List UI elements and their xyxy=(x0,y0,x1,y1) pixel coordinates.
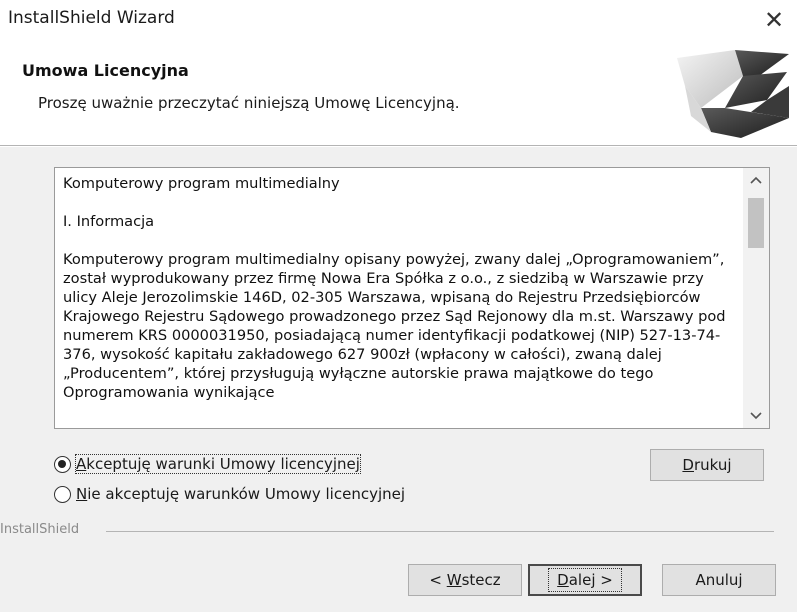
scrollbar-thumb[interactable] xyxy=(748,198,764,248)
page-title: Umowa Licencyjna xyxy=(22,61,189,80)
decline-radio[interactable] xyxy=(54,485,71,503)
license-text: Komputerowy program multimedialny I. Inf… xyxy=(63,174,735,402)
title-bar: InstallShield Wizard ✕ xyxy=(0,0,797,40)
close-button[interactable]: ✕ xyxy=(751,0,797,40)
print-button[interactable]: Drukuj xyxy=(650,449,764,481)
decline-option[interactable]: Nie akceptuję warunków Umowy licencyjnej xyxy=(54,482,405,506)
window-title: InstallShield Wizard xyxy=(8,8,175,28)
scroll-up-icon[interactable] xyxy=(743,170,769,190)
next-button[interactable]: Dalej > xyxy=(528,564,642,596)
license-paragraph: Komputerowy program multimedialny xyxy=(63,175,340,192)
vertical-scrollbar[interactable] xyxy=(743,168,769,428)
license-paragraph: Komputerowy program multimedialny opisan… xyxy=(63,251,726,401)
header-separator xyxy=(0,146,797,147)
back-button[interactable]: < Wstecz xyxy=(408,564,522,596)
installshield-logo-icon xyxy=(677,50,789,138)
accept-option[interactable]: Akceptuję warunki Umowy licencyjnej xyxy=(54,452,361,476)
close-icon: ✕ xyxy=(763,6,785,34)
accept-radio[interactable] xyxy=(54,455,71,473)
license-text-box[interactable]: Komputerowy program multimedialny I. Inf… xyxy=(54,167,770,429)
page-subtitle: Proszę uważnie przeczytać niniejszą Umow… xyxy=(38,94,460,112)
cancel-button[interactable]: Anuluj xyxy=(662,564,776,596)
footer-divider xyxy=(106,531,774,532)
license-paragraph: I. Informacja xyxy=(63,213,155,230)
brand-label: InstallShield xyxy=(0,522,80,537)
header-banner: Umowa Licencyjna Proszę uważnie przeczyt… xyxy=(0,40,797,146)
scroll-down-icon[interactable] xyxy=(743,406,769,426)
decline-label[interactable]: Nie akceptuję warunków Umowy licencyjnej xyxy=(76,485,405,503)
accept-label[interactable]: Akceptuję warunki Umowy licencyjnej xyxy=(75,454,361,474)
